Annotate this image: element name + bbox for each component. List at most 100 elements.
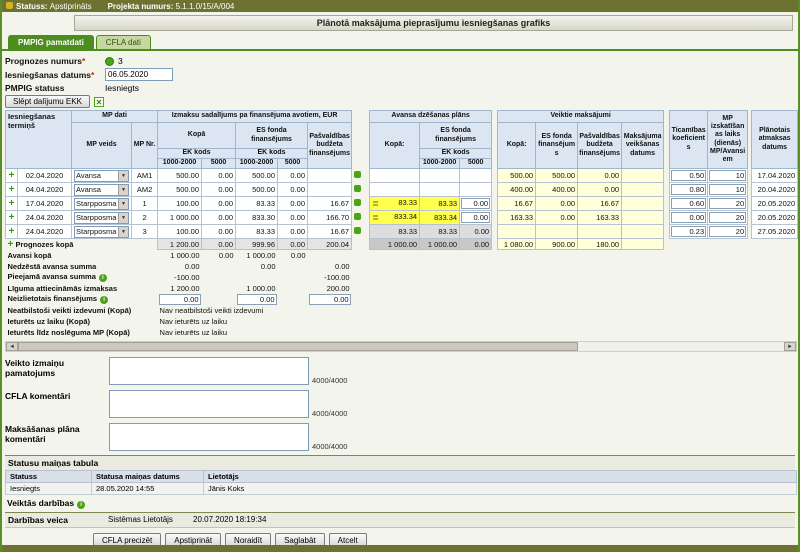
prognozes-status-icon — [105, 57, 114, 66]
veiktie-kopa-cell: 400.00 — [498, 183, 536, 197]
top-status-bar: Statuss: Apstiprināts Projekta numurs: 5… — [2, 0, 798, 12]
koef-input[interactable]: 0.60 — [671, 198, 706, 209]
koef-input[interactable]: 0.80 — [671, 184, 706, 195]
page-root: Statuss: Apstiprināts Projekta numurs: 5… — [0, 0, 800, 552]
table-row: Iesniegts 28.05.2020 14:55 Jānis Koks — [6, 482, 797, 494]
scroll-left-icon[interactable]: ◄ — [6, 342, 18, 351]
info-icon[interactable] — [354, 199, 361, 206]
mp-veids-select[interactable]: Starpposma▼ — [74, 212, 129, 224]
add-row-button[interactable]: + — [6, 169, 18, 183]
plus-icon[interactable]: + — [8, 239, 14, 250]
info-icon[interactable]: i — [99, 274, 107, 282]
cfla-komentari-label: CFLA komentāri — [5, 390, 109, 418]
avansa-kopa-cell — [370, 183, 420, 197]
add-row-button[interactable]: + — [6, 211, 18, 225]
main-panel: Prognozes numurs* 3 Iesniegšanas datums*… — [2, 49, 798, 552]
ekk-checkbox-icon[interactable]: ✕ — [94, 97, 104, 107]
scrollbar-thumb[interactable] — [18, 342, 578, 351]
status-label: Statuss: — [16, 2, 48, 11]
mp-veids-select[interactable]: Starpposma▼ — [74, 226, 129, 238]
darbibas-datums: 20.07.2020 18:19:34 — [193, 515, 266, 524]
table-row: + 24.04.2020 Starpposma▼ 2 1 000.00 0.00… — [6, 211, 798, 225]
iesniegsanas-datums-input[interactable]: 06.05.2020 — [105, 68, 173, 81]
mp-nr-cell: AM1 — [132, 169, 158, 183]
summary-row-pieejama: Pieejamā avansa summai -100.00 -100.00 — [6, 272, 798, 283]
info-icon[interactable] — [354, 185, 361, 192]
tab-pmpig-pamatdati[interactable]: PMPIG pamatdati — [8, 35, 94, 49]
es-1000-cell: 833.30 — [236, 211, 278, 225]
avansa-kopa-cell: 83.33 — [370, 225, 420, 239]
info-icon[interactable]: i — [77, 501, 85, 509]
darbibas-veica-label: Darbības veica — [8, 515, 108, 525]
mp-veids-select[interactable]: Avansa▼ — [74, 184, 129, 196]
laiks-input[interactable]: 20 — [709, 198, 746, 209]
kopa-5000-cell: 0.00 — [202, 225, 236, 239]
status-value: Apstiprināts — [50, 2, 92, 11]
tab-cfla-dati[interactable]: CFLA dati — [96, 35, 151, 49]
split-icon[interactable]: ≣ — [372, 198, 379, 210]
col-veiktie-es-fonda: ES fonda finansējums — [536, 123, 578, 169]
info-icon[interactable] — [354, 213, 361, 220]
col-statuss: Statuss — [6, 470, 92, 482]
neizlietotais-pasv-input[interactable]: 0.00 — [309, 294, 351, 305]
col-statusa-datums: Statusa maiņas datums — [92, 470, 204, 482]
payment-schedule-table: Iesniegšanas termiņš MP dati Izmaksu sad… — [5, 110, 798, 338]
char-counter: 4000/4000 — [312, 442, 347, 451]
col-avansa-es-fonda: ES fonda finansējums — [420, 123, 492, 149]
cfla-komentari-textarea[interactable] — [109, 390, 309, 418]
col-es-fonda: ES fonda finansējums — [236, 123, 308, 149]
kopa-5000-cell: 0.00 — [202, 211, 236, 225]
avansa-kopa-cell: ≣83.33 — [370, 197, 420, 211]
summary-row-avansi: Avansi kopā 1 000.00 0.00 1 000.00 0.00 — [6, 250, 798, 261]
scroll-right-icon[interactable]: ► — [784, 342, 796, 351]
laiks-input[interactable]: 10 — [709, 184, 746, 195]
page-title: Plānotā maksājuma pieprasījumu iesniegša… — [74, 15, 793, 31]
summary-row-nedzesta: Nedzēstā avansa summa 0.00 0.00 0.00 — [6, 261, 798, 272]
veiktie-datums-cell — [622, 211, 664, 225]
summary-row-neizlietotais: Neizlietotais finansējumsi 0.00 0.00 0.0… — [6, 294, 798, 305]
hide-ekk-button[interactable]: Slēpt dalījumu EKK — [5, 95, 90, 108]
col-iesniegsanas-termins: Iesniegšanas termiņš — [6, 111, 72, 169]
izmainu-pamatojums-textarea[interactable] — [109, 357, 309, 385]
koef-input[interactable]: 0.23 — [671, 226, 706, 237]
col-ticamibas-koeficients: Ticamības koeficients — [670, 111, 708, 169]
info-icon[interactable]: i — [100, 296, 108, 304]
info-icon[interactable] — [354, 227, 361, 234]
pasvaldibas-cell: 166.70 — [308, 211, 352, 225]
koef-input[interactable]: 0.50 — [671, 170, 706, 181]
mp-veids-value: Starpposma — [75, 213, 118, 222]
veiktie-kopa-cell: 16.67 — [498, 197, 536, 211]
char-counter: 4000/4000 — [312, 409, 347, 418]
add-row-button[interactable]: + — [6, 183, 18, 197]
laiks-input[interactable]: 20 — [709, 212, 746, 223]
col-avansa-dzesanas-plans: Avansa dzēšanas plāns — [370, 111, 492, 123]
summary-row-ieturets-laiku: Ieturēts uz laiku (Kopā) Nav ieturēts uz… — [6, 316, 798, 327]
mp-veids-select[interactable]: Avansa▼ — [74, 170, 129, 182]
avansa-1000-cell: 83.33 — [420, 197, 460, 211]
row-date: 02.04.2020 — [18, 169, 72, 183]
koef-input[interactable]: 0.00 — [671, 212, 706, 223]
info-icon[interactable] — [354, 171, 361, 178]
pasvaldibas-cell — [308, 169, 352, 183]
status-date-cell: 28.05.2020 14:55 — [92, 482, 204, 494]
maksasanas-komentari-textarea[interactable] — [109, 423, 309, 451]
horizontal-scrollbar[interactable]: ◄ ► — [5, 341, 797, 352]
neizlietotais-es-input[interactable]: 0.00 — [237, 294, 277, 305]
laiks-input[interactable]: 20 — [709, 226, 746, 237]
split-icon[interactable]: ≣ — [372, 212, 379, 224]
iesniegsanas-datums-label: Iesniegšanas datums* — [5, 70, 105, 80]
avansa-5000-input[interactable]: 0.00 — [461, 198, 490, 209]
add-row-button[interactable]: + — [6, 197, 18, 211]
pmpig-statuss-label: PMPIG statuss — [5, 83, 105, 93]
col-maksajuma-datums: Maksājuma veikšanas datums — [622, 123, 664, 169]
veiktie-es-cell: 500.00 — [536, 169, 578, 183]
es-1000-cell: 500.00 — [236, 169, 278, 183]
avansa-5000-input[interactable]: 0.00 — [461, 212, 490, 223]
mp-veids-select[interactable]: Starpposma▼ — [74, 198, 129, 210]
avansa-kopa-cell — [370, 169, 420, 183]
neizlietotais-kopa-input[interactable]: 0.00 — [159, 294, 201, 305]
laiks-input[interactable]: 10 — [709, 170, 746, 181]
bottom-bar — [2, 545, 798, 552]
add-row-button[interactable]: + — [6, 225, 18, 239]
avansa-5000-cell — [460, 183, 492, 197]
